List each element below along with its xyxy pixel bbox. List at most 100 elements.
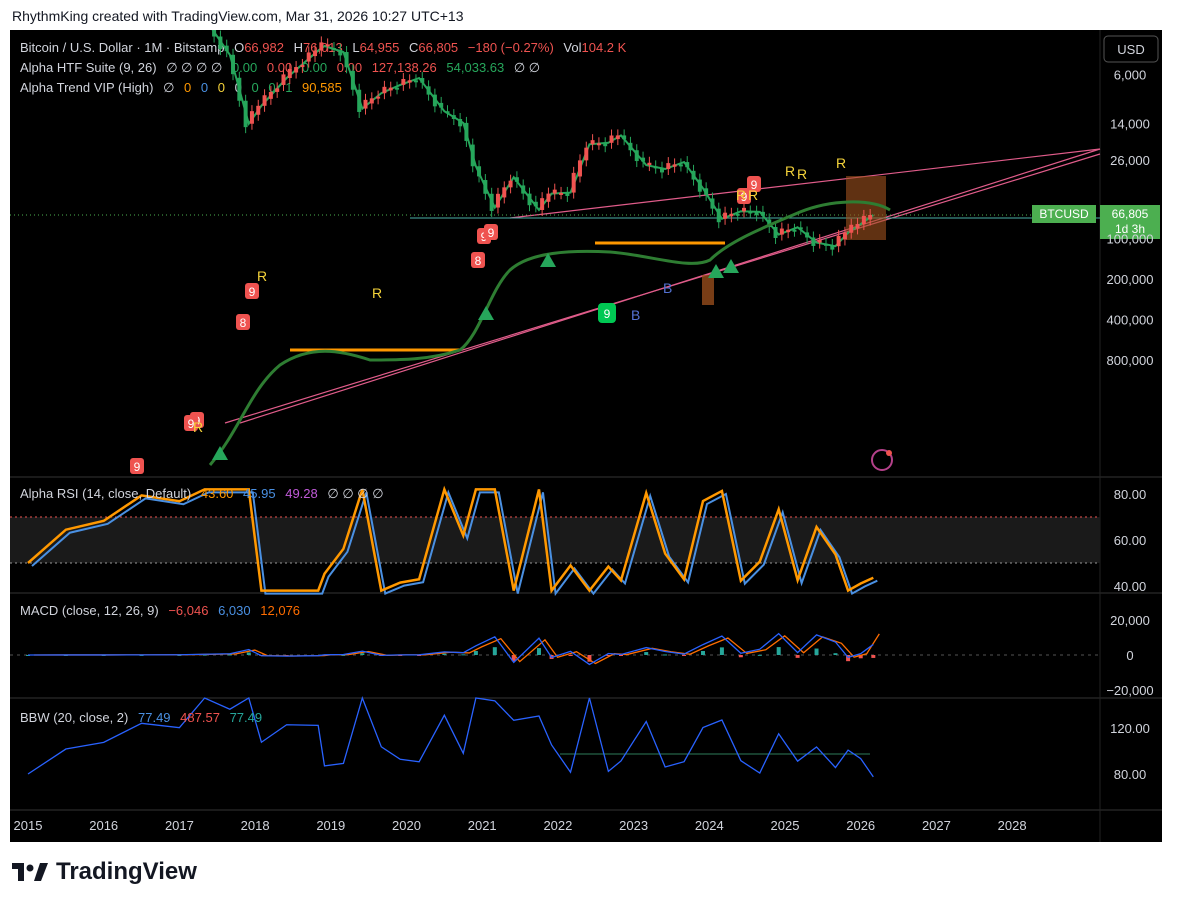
candle-body[interactable] bbox=[407, 80, 412, 83]
candle-body[interactable] bbox=[212, 27, 217, 37]
candle-body[interactable] bbox=[495, 193, 500, 208]
candle-body[interactable] bbox=[666, 163, 671, 170]
candle-body[interactable] bbox=[786, 229, 791, 233]
candle-body[interactable] bbox=[647, 162, 652, 166]
candle-body[interactable] bbox=[420, 78, 425, 83]
candle-body[interactable] bbox=[584, 147, 589, 161]
candle-body[interactable] bbox=[477, 166, 482, 177]
candle-body[interactable] bbox=[445, 111, 450, 114]
candle-body[interactable] bbox=[634, 150, 639, 162]
candle-body[interactable] bbox=[382, 86, 387, 94]
candle-body[interactable] bbox=[710, 198, 715, 209]
candle-body[interactable] bbox=[741, 207, 746, 212]
candle-body[interactable] bbox=[357, 89, 362, 112]
candle-body[interactable] bbox=[685, 162, 690, 168]
candle-body[interactable] bbox=[344, 52, 349, 68]
candle-body[interactable] bbox=[735, 213, 740, 216]
candle-body[interactable] bbox=[300, 64, 305, 68]
candle-body[interactable] bbox=[861, 215, 866, 225]
candle-body[interactable] bbox=[521, 185, 526, 194]
candle-body[interactable] bbox=[817, 240, 822, 243]
candle-body[interactable] bbox=[388, 87, 393, 91]
candle-body[interactable] bbox=[868, 215, 873, 220]
candle-body[interactable] bbox=[615, 135, 620, 140]
candle-body[interactable] bbox=[546, 193, 551, 202]
candle-body[interactable] bbox=[704, 188, 709, 195]
candle-body[interactable] bbox=[609, 135, 614, 143]
candle-body[interactable] bbox=[256, 105, 261, 115]
legend-htf-suite[interactable]: Alpha HTF Suite (9, 26) ∅ ∅ ∅ ∅ 0.00 0.0… bbox=[20, 60, 540, 75]
candle-body[interactable] bbox=[773, 226, 778, 238]
candle-body[interactable] bbox=[641, 157, 646, 162]
candle-body[interactable] bbox=[754, 211, 759, 216]
candle-body[interactable] bbox=[824, 243, 829, 246]
candle-body[interactable] bbox=[451, 115, 456, 120]
candle-body[interactable] bbox=[287, 68, 292, 79]
accumulation-box[interactable] bbox=[702, 275, 714, 305]
candle-body[interactable] bbox=[842, 232, 847, 240]
candle-body[interactable] bbox=[628, 142, 633, 151]
candle-body[interactable] bbox=[363, 99, 368, 109]
candle-body[interactable] bbox=[426, 86, 431, 95]
candle-body[interactable] bbox=[849, 224, 854, 233]
candle-body[interactable] bbox=[483, 180, 488, 194]
candle-body[interactable] bbox=[275, 88, 280, 92]
candle-body[interactable] bbox=[331, 48, 336, 51]
candle-body[interactable] bbox=[779, 228, 784, 235]
candle-body[interactable] bbox=[798, 227, 803, 230]
candle-body[interactable] bbox=[243, 100, 248, 128]
candle-body[interactable] bbox=[716, 208, 721, 223]
candle-body[interactable] bbox=[502, 187, 507, 198]
candle-body[interactable] bbox=[470, 144, 475, 167]
candle-body[interactable] bbox=[350, 70, 355, 90]
candle-body[interactable] bbox=[603, 143, 608, 147]
candle-body[interactable] bbox=[508, 180, 513, 188]
candle-body[interactable] bbox=[514, 177, 519, 182]
candle-body[interactable] bbox=[805, 232, 810, 238]
candle-body[interactable] bbox=[653, 166, 658, 169]
candle-body[interactable] bbox=[395, 87, 400, 90]
candle-body[interactable] bbox=[590, 140, 595, 145]
candle-body[interactable] bbox=[571, 172, 576, 193]
candle-body[interactable] bbox=[294, 67, 299, 73]
candle-body[interactable] bbox=[577, 160, 582, 177]
candle-body[interactable] bbox=[533, 201, 538, 207]
candle-body[interactable] bbox=[306, 52, 311, 62]
candle-body[interactable] bbox=[552, 189, 557, 194]
candle-body[interactable] bbox=[596, 143, 601, 146]
candle-body[interactable] bbox=[830, 244, 835, 250]
candle-body[interactable] bbox=[697, 179, 702, 192]
candle-body[interactable] bbox=[376, 96, 381, 99]
candle-body[interactable] bbox=[540, 198, 545, 210]
candle-body[interactable] bbox=[811, 237, 816, 246]
candle-body[interactable] bbox=[723, 212, 728, 219]
candle-body[interactable] bbox=[792, 229, 797, 232]
candle-body[interactable] bbox=[659, 167, 664, 173]
candle-body[interactable] bbox=[268, 91, 273, 99]
candle-body[interactable] bbox=[836, 235, 841, 247]
candle-body[interactable] bbox=[218, 36, 223, 50]
chart-svg[interactable]: Bitcoin / U.S. Dollar · 1M · Bitstamp O6… bbox=[10, 0, 1162, 842]
candle-body[interactable] bbox=[565, 192, 570, 196]
candle-body[interactable] bbox=[249, 111, 254, 124]
candle-body[interactable] bbox=[325, 44, 330, 47]
candle-body[interactable] bbox=[760, 211, 765, 216]
candle-body[interactable] bbox=[678, 164, 683, 167]
candle-body[interactable] bbox=[338, 50, 343, 56]
candle-body[interactable] bbox=[622, 135, 627, 140]
tradingview-logo[interactable]: TradingView bbox=[12, 858, 197, 886]
candle-body[interactable] bbox=[281, 74, 286, 85]
candle-body[interactable] bbox=[527, 193, 532, 206]
candle-body[interactable] bbox=[464, 122, 469, 141]
candle-body[interactable] bbox=[313, 50, 318, 57]
candle-body[interactable] bbox=[458, 119, 463, 127]
candle-body[interactable] bbox=[319, 42, 324, 51]
candle-body[interactable] bbox=[262, 95, 267, 106]
candle-body[interactable] bbox=[432, 94, 437, 107]
candle-body[interactable] bbox=[672, 164, 677, 167]
chart-container[interactable]: Bitcoin / U.S. Dollar · 1M · Bitstamp O6… bbox=[10, 0, 1162, 842]
currency-button-label[interactable]: USD bbox=[1117, 42, 1144, 57]
candle-body[interactable] bbox=[691, 170, 696, 180]
candle-body[interactable] bbox=[369, 98, 374, 104]
candle-body[interactable] bbox=[237, 77, 242, 101]
